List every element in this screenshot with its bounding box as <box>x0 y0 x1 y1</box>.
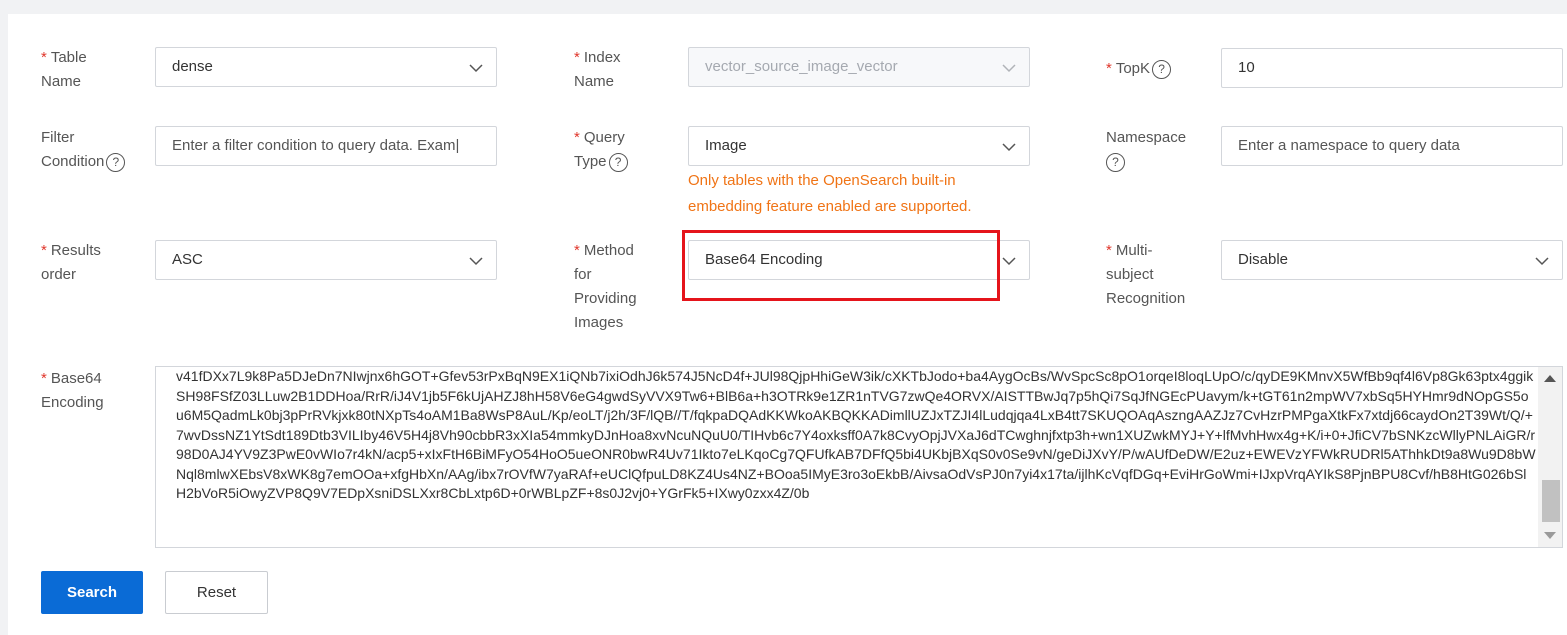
topk-input[interactable]: 10 <box>1221 48 1563 88</box>
reset-button[interactable]: Reset <box>165 571 268 614</box>
highlight-box <box>682 230 1000 301</box>
topk-label: * TopK? <box>1106 57 1172 81</box>
chevron-down-icon <box>1002 257 1016 266</box>
question-circle-icon[interactable]: ? <box>1106 152 1125 172</box>
query-type-select[interactable]: Image <box>688 126 1030 166</box>
results-order-label: * Results order <box>41 242 101 283</box>
results-order-select[interactable]: ASC <box>155 240 497 280</box>
chevron-down-icon <box>469 257 483 266</box>
query-type-label: * Query Type? <box>574 126 628 174</box>
filter-condition-input[interactable]: Enter a filter condition to query data. … <box>155 126 497 166</box>
chevron-down-icon <box>1535 257 1549 266</box>
scroll-up-icon[interactable] <box>1544 375 1556 382</box>
table-name-label: * Table Name <box>41 49 87 90</box>
index-name-select[interactable]: vector_source_image_vector <box>688 47 1030 87</box>
index-name-label: * Index Name <box>574 49 621 90</box>
base64-textarea[interactable]: v41fDXx7L9k8Pa5DJeDn7NIwjnx6hGOT+Gfev53r… <box>155 366 1563 548</box>
scroll-thumb[interactable] <box>1542 480 1560 522</box>
scroll-down-icon[interactable] <box>1544 532 1556 539</box>
question-circle-icon[interactable]: ? <box>106 152 126 172</box>
base64-label: * Base64 Encoding <box>41 370 104 411</box>
filter-condition-label: Filter Condition? <box>41 126 126 174</box>
multi-subject-label: * Multi- subject Recognition <box>1106 242 1186 307</box>
query-type-hint: Only tables with the OpenSearch built-in… <box>688 172 972 215</box>
multi-subject-select[interactable]: Disable <box>1221 240 1563 280</box>
namespace-label: Namespace ? <box>1106 126 1186 174</box>
namespace-input[interactable]: Enter a namespace to query data <box>1221 126 1563 166</box>
chevron-down-icon <box>1002 64 1016 73</box>
question-circle-icon[interactable]: ? <box>608 152 628 172</box>
chevron-down-icon <box>1002 143 1016 152</box>
textarea-scrollbar[interactable] <box>1538 367 1562 547</box>
question-circle-icon[interactable]: ? <box>1152 59 1172 79</box>
table-name-select[interactable]: dense <box>155 47 497 87</box>
method-label: * Method for Providing Images <box>574 242 637 331</box>
search-button[interactable]: Search <box>41 571 143 614</box>
chevron-down-icon <box>469 64 483 73</box>
